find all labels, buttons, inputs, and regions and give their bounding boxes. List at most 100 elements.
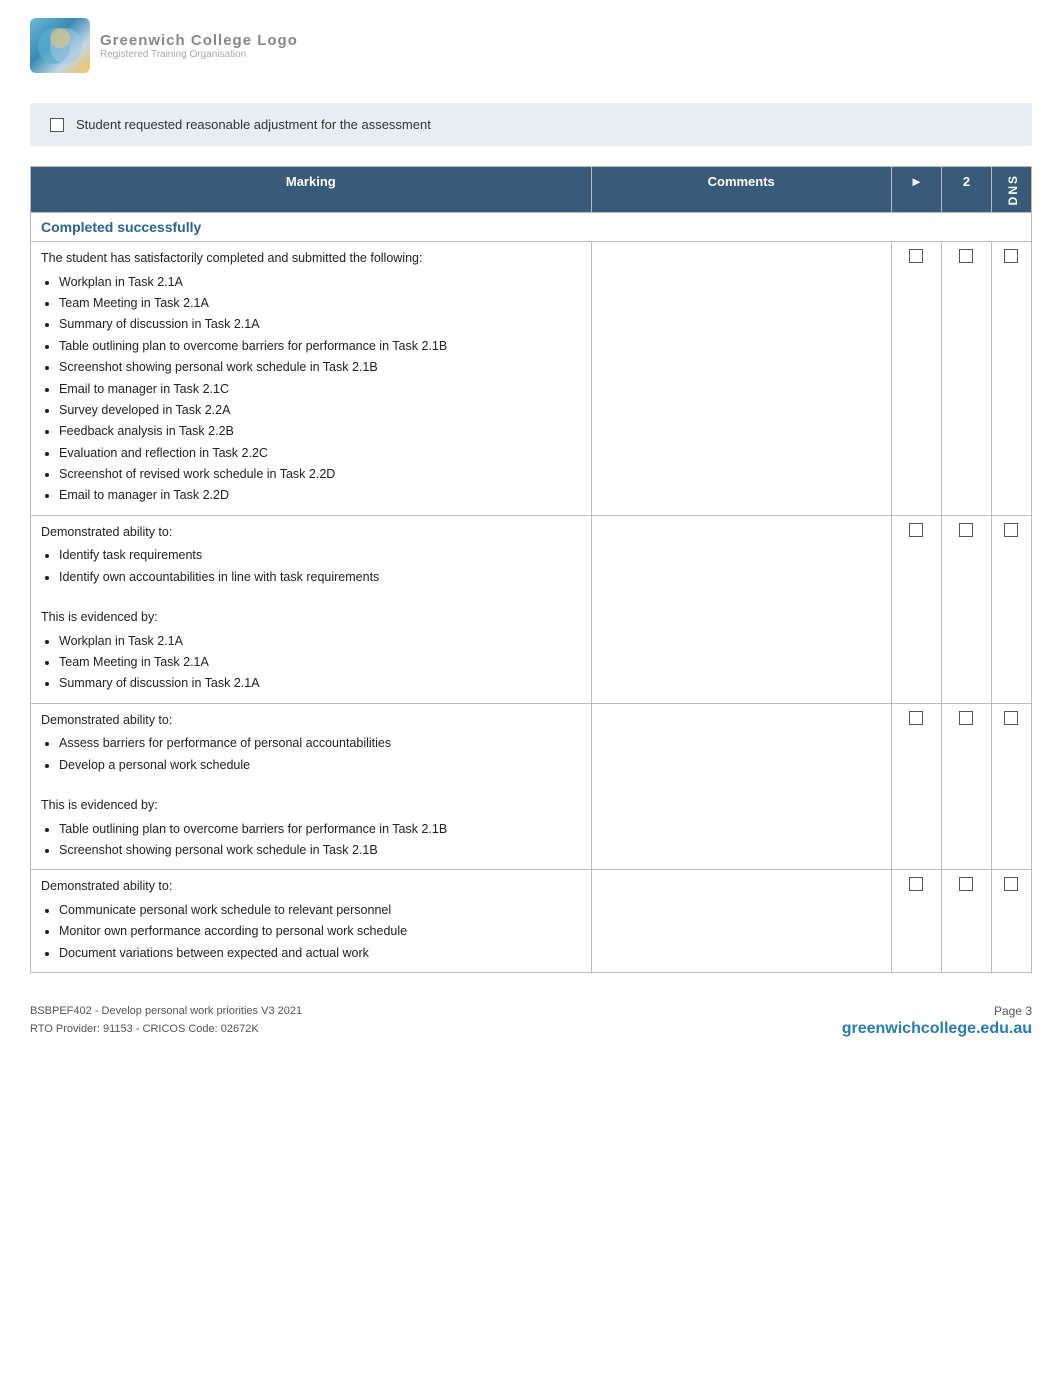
footer: BSBPEF402 - Develop personal work priori… bbox=[30, 1003, 1032, 1038]
checkbox-n[interactable] bbox=[959, 877, 973, 891]
row1-content: The student has satisfactorily completed… bbox=[31, 242, 592, 516]
table-header-row: Marking Comments ► 2 DNS bbox=[31, 167, 1032, 213]
footer-left: BSBPEF402 - Develop personal work priori… bbox=[30, 1003, 302, 1038]
logo-icon bbox=[30, 18, 90, 73]
row1-comments bbox=[591, 242, 891, 516]
section-heading-cell: Completed successfully bbox=[31, 213, 1032, 242]
checkbox-s[interactable] bbox=[909, 249, 923, 263]
list-item: Develop a personal work schedule bbox=[59, 756, 581, 775]
list-item: Summary of discussion in Task 2.1A bbox=[59, 315, 581, 334]
marking-table: Marking Comments ► 2 DNS Completed succe… bbox=[30, 166, 1032, 973]
list-item: Table outlining plan to overcome barrier… bbox=[59, 337, 581, 356]
table-row: Demonstrated ability to: Assess barriers… bbox=[31, 703, 1032, 870]
row3-comments bbox=[591, 703, 891, 870]
row3-n-check[interactable] bbox=[941, 703, 991, 870]
row4-list: Communicate personal work schedule to re… bbox=[59, 901, 581, 963]
row1-n-check[interactable] bbox=[941, 242, 991, 516]
footer-right: Page 3 greenwichcollege.edu.au bbox=[842, 1004, 1032, 1038]
row4-n-check[interactable] bbox=[941, 870, 991, 973]
row4-comments bbox=[591, 870, 891, 973]
footer-brand-normal: greenwichcollege bbox=[842, 1020, 976, 1037]
list-item: Email to manager in Task 2.1C bbox=[59, 380, 581, 399]
table-row: The student has satisfactorily completed… bbox=[31, 242, 1032, 516]
adjustment-label: Student requested reasonable adjustment … bbox=[76, 117, 431, 132]
list-item: Evaluation and reflection in Task 2.2C bbox=[59, 444, 581, 463]
row3-content: Demonstrated ability to: Assess barriers… bbox=[31, 703, 592, 870]
checkbox-dns[interactable] bbox=[1004, 249, 1018, 263]
list-item: Workplan in Task 2.1A bbox=[59, 632, 581, 651]
th-s: ► bbox=[891, 167, 941, 213]
logo-text: Greenwich College Logo Registered Traini… bbox=[100, 32, 298, 60]
adjustment-checkbox-row: Student requested reasonable adjustment … bbox=[30, 103, 1032, 146]
row2-comments bbox=[591, 515, 891, 703]
checkbox-dns[interactable] bbox=[1004, 877, 1018, 891]
checkbox-s[interactable] bbox=[909, 523, 923, 537]
checkbox-dns[interactable] bbox=[1004, 711, 1018, 725]
row2-content: Demonstrated ability to: Identify task r… bbox=[31, 515, 592, 703]
list-item: Summary of discussion in Task 2.1A bbox=[59, 674, 581, 693]
row2-n-check[interactable] bbox=[941, 515, 991, 703]
footer-brand: greenwichcollege.edu.au bbox=[842, 1020, 1032, 1038]
footer-line2: RTO Provider: 91153 - CRICOS Code: 02672… bbox=[30, 1021, 302, 1039]
checkbox-dns[interactable] bbox=[1004, 523, 1018, 537]
row2-s-check[interactable] bbox=[891, 515, 941, 703]
row2-evidence-list: Workplan in Task 2.1A Team Meeting in Ta… bbox=[59, 632, 581, 694]
footer-page: Page 3 bbox=[842, 1004, 1032, 1018]
row4-s-check[interactable] bbox=[891, 870, 941, 973]
row1-list: Workplan in Task 2.1A Team Meeting in Ta… bbox=[59, 273, 581, 506]
logo-main-text: Greenwich College Logo bbox=[100, 32, 298, 49]
logo-sub-text: Registered Training Organisation bbox=[100, 49, 298, 60]
list-item: Monitor own performance according to per… bbox=[59, 922, 581, 941]
checkbox-n[interactable] bbox=[959, 711, 973, 725]
list-item: Screenshot showing personal work schedul… bbox=[59, 841, 581, 860]
list-item: Survey developed in Task 2.2A bbox=[59, 401, 581, 420]
list-item: Identify task requirements bbox=[59, 546, 581, 565]
table-row: Demonstrated ability to: Identify task r… bbox=[31, 515, 1032, 703]
row1-dns-check[interactable] bbox=[991, 242, 1031, 516]
th-marking: Marking bbox=[31, 167, 592, 213]
row3-evidence-list: Table outlining plan to overcome barrier… bbox=[59, 820, 581, 861]
row4-dns-check[interactable] bbox=[991, 870, 1031, 973]
row2-dns-check[interactable] bbox=[991, 515, 1031, 703]
list-item: Feedback analysis in Task 2.2B bbox=[59, 422, 581, 441]
row3-s-check[interactable] bbox=[891, 703, 941, 870]
row2-title: Demonstrated ability to: bbox=[41, 523, 581, 542]
list-item: Identify own accountabilities in line wi… bbox=[59, 568, 581, 587]
header: Greenwich College Logo Registered Traini… bbox=[0, 0, 1062, 83]
checkbox-n[interactable] bbox=[959, 523, 973, 537]
list-item: Team Meeting in Task 2.1A bbox=[59, 653, 581, 672]
row2-evidence-title: This is evidenced by: bbox=[41, 608, 581, 627]
list-item: Workplan in Task 2.1A bbox=[59, 273, 581, 292]
section-heading-row: Completed successfully bbox=[31, 213, 1032, 242]
th-n: 2 bbox=[941, 167, 991, 213]
list-item: Email to manager in Task 2.2D bbox=[59, 486, 581, 505]
list-item: Table outlining plan to overcome barrier… bbox=[59, 820, 581, 839]
row4-title: Demonstrated ability to: bbox=[41, 877, 581, 896]
row3-title: Demonstrated ability to: bbox=[41, 711, 581, 730]
table-row: Demonstrated ability to: Communicate per… bbox=[31, 870, 1032, 973]
row1-s-check[interactable] bbox=[891, 242, 941, 516]
list-item: Document variations between expected and… bbox=[59, 944, 581, 963]
list-item: Screenshot of revised work schedule in T… bbox=[59, 465, 581, 484]
checkbox-s[interactable] bbox=[909, 711, 923, 725]
row2-list: Identify task requirements Identify own … bbox=[59, 546, 581, 587]
logo-container: Greenwich College Logo Registered Traini… bbox=[30, 18, 298, 73]
row3-dns-check[interactable] bbox=[991, 703, 1031, 870]
checkbox-n[interactable] bbox=[959, 249, 973, 263]
list-item: Screenshot showing personal work schedul… bbox=[59, 358, 581, 377]
section-heading: Completed successfully bbox=[41, 219, 201, 235]
list-item: Communicate personal work schedule to re… bbox=[59, 901, 581, 920]
checkbox-s[interactable] bbox=[909, 877, 923, 891]
row4-content: Demonstrated ability to: Communicate per… bbox=[31, 870, 592, 973]
main-table-wrap: Marking Comments ► 2 DNS Completed succe… bbox=[30, 166, 1032, 973]
row3-list: Assess barriers for performance of perso… bbox=[59, 734, 581, 775]
adjustment-checkbox[interactable] bbox=[50, 118, 64, 132]
footer-brand-suffix: .edu.au bbox=[976, 1020, 1032, 1037]
row1-title: The student has satisfactorily completed… bbox=[41, 249, 581, 268]
row3-evidence-title: This is evidenced by: bbox=[41, 796, 581, 815]
footer-line1: BSBPEF402 - Develop personal work priori… bbox=[30, 1003, 302, 1021]
th-dns: DNS bbox=[991, 167, 1031, 213]
list-item: Assess barriers for performance of perso… bbox=[59, 734, 581, 753]
list-item: Team Meeting in Task 2.1A bbox=[59, 294, 581, 313]
th-comments: Comments bbox=[591, 167, 891, 213]
